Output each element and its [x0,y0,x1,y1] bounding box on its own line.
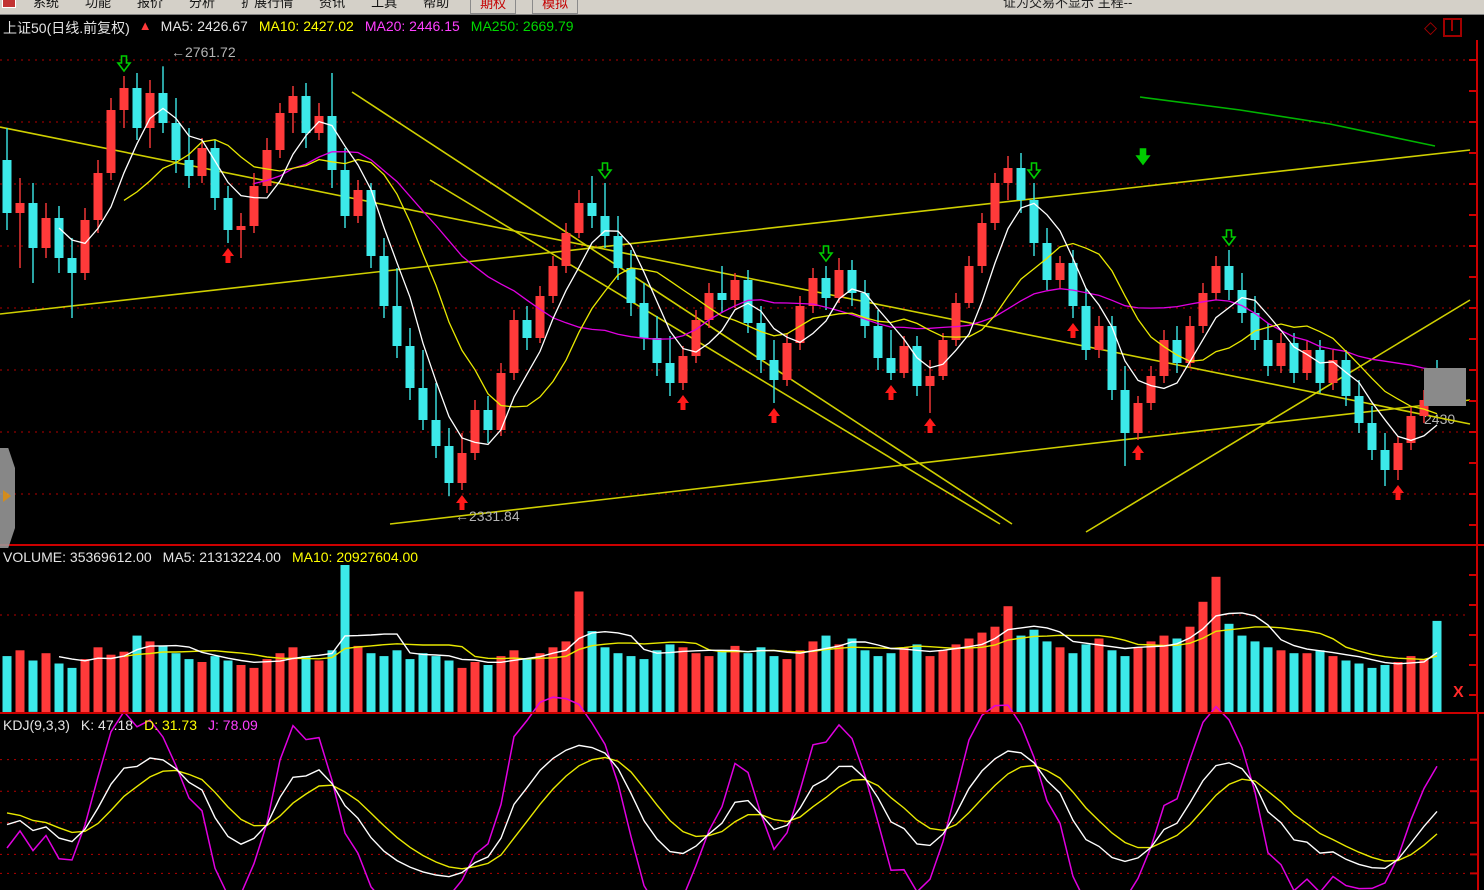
app-icon[interactable] [2,0,16,8]
svg-text:←2331.84: ←2331.84 [455,508,520,524]
close-indicator-button[interactable]: X [1453,684,1464,702]
sidebar-expand-handle[interactable] [0,448,15,548]
expand-arrow-icon [3,490,11,502]
menu-options-hot[interactable]: 期权 [470,0,516,14]
ma250-value: MA250: 2669.79 [471,18,574,38]
symbol-title: 上证50(日线.前复权) [3,18,130,38]
menu-analysis[interactable]: 分析 [189,0,215,12]
pane-corner-controls: ◇ [1424,18,1462,37]
ma20-value: MA20: 2446.15 [365,18,460,38]
svg-text:2430: 2430 [1424,411,1455,427]
kdj-header: KDJ(9,3,3) K: 47.18 D: 31.73 J: 78.09 [3,717,258,733]
menu-help[interactable]: 帮助 [423,0,449,12]
kdj-j-value: J: 78.09 [208,717,258,733]
menu-sim-hot[interactable]: 模拟 [532,0,578,14]
menu-quote[interactable]: 报价 [137,0,163,12]
diamond-icon[interactable]: ◇ [1424,19,1437,36]
vol-ma5-value: MA5: 21313224.00 [163,549,281,565]
menu-extended[interactable]: 扩展行情 [241,0,293,12]
menu-info[interactable]: 资讯 [319,0,345,12]
kdj-name: KDJ(9,3,3) [3,717,70,733]
volume-value: VOLUME: 35369612.00 [3,549,152,565]
kdj-d-value: D: 31.73 [144,717,197,733]
menu-system[interactable]: 系统 [33,0,59,12]
ma10-value: MA10: 2427.02 [259,18,354,38]
vol-ma10-value: MA10: 20927604.00 [292,549,418,565]
main-chart-header: 上证50(日线.前复权) ▲ MA5: 2426.67 MA10: 2427.0… [3,18,574,38]
menu-right-status: 证为交易不显示 主程-- [1003,0,1132,12]
menu-function[interactable]: 功能 [85,0,111,12]
menu-bar: 系统 功能 报价 分析 扩展行情 资讯 工具 帮助 期权 模拟 证为交易不显示 … [0,0,1484,15]
split-window-icon[interactable] [1443,18,1462,37]
volume-header: VOLUME: 35369612.00 MA5: 21313224.00 MA1… [3,549,418,565]
chart-canvas[interactable]: 2430 ←2761.72 ←2331.84 [0,0,1484,890]
kdj-k-value: K: 47.18 [81,717,133,733]
svg-text:←2761.72: ←2761.72 [171,44,236,60]
menu-tools[interactable]: 工具 [371,0,397,12]
ma5-value: MA5: 2426.67 [161,18,248,38]
up-arrow-icon: ▲ [139,18,152,38]
